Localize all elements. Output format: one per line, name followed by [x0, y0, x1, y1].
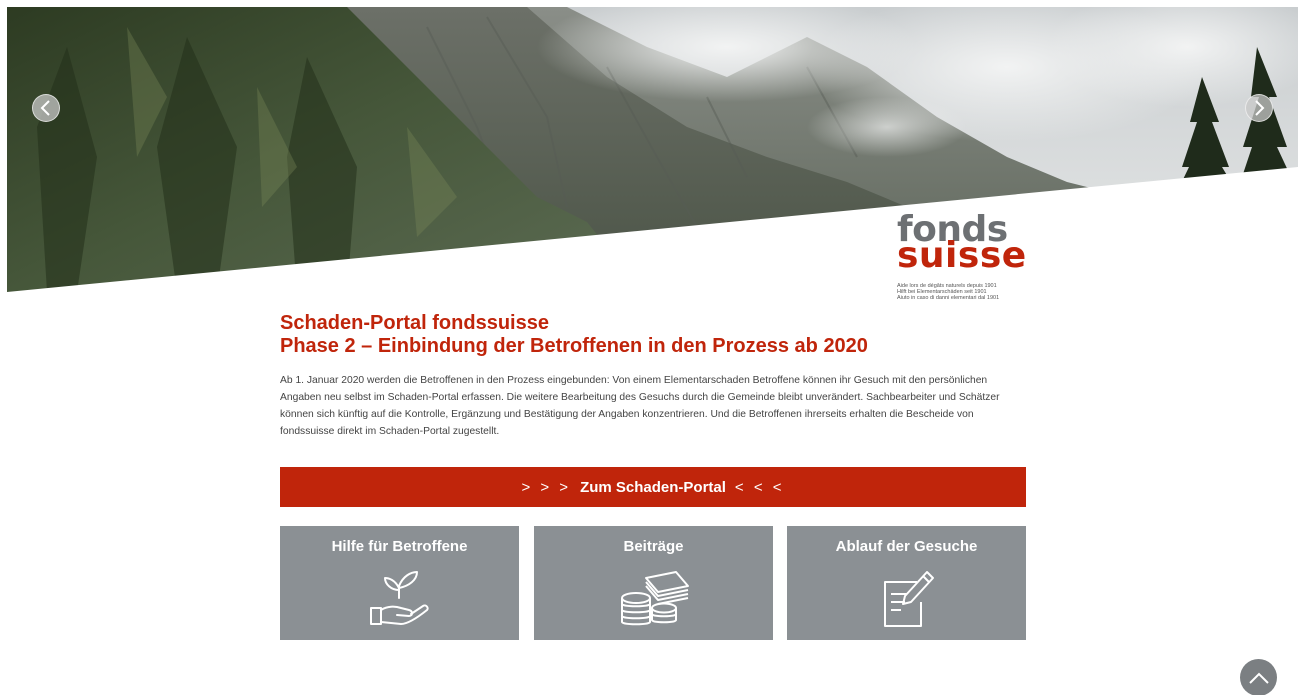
tile-hilfe-fuer-betroffene[interactable]: Hilfe für Betroffene — [280, 526, 519, 640]
chevron-up-icon — [1248, 672, 1269, 684]
chevron-left-icon — [40, 100, 50, 116]
edit-document-icon — [883, 571, 934, 627]
intro-paragraph: Ab 1. Januar 2020 werden die Betroffenen… — [280, 375, 1000, 437]
hero-carousel — [7, 7, 1298, 292]
carousel-prev-button[interactable] — [32, 94, 60, 122]
hero-image — [7, 7, 1298, 292]
logo-taglines: Aide lors de dégâts naturels depuis 1901… — [897, 283, 1032, 301]
back-to-top-button[interactable] — [1240, 659, 1277, 695]
main-content: Schaden-Portal fondssuisse Phase 2 – Ein… — [280, 312, 1026, 440]
tile-label: Ablauf der Gesuche — [835, 538, 978, 555]
logo-tagline-it: Aiuto in caso di danni elementari dal 19… — [897, 295, 1000, 301]
tile-label: Hilfe für Betroffene — [331, 538, 468, 555]
arrows-right: < < < — [734, 478, 785, 496]
tile-label: Beiträge — [623, 538, 684, 555]
page-subtitle: Phase 2 – Einbindung der Betroffenen in … — [280, 335, 868, 357]
logo-word-suisse: suisse — [897, 235, 1027, 276]
schaden-portal-button[interactable]: > > > Zum Schaden-Portal < < < — [280, 467, 1026, 507]
money-stack-icon — [620, 571, 689, 626]
fondssuisse-logo[interactable]: fonds suisse Aide lors de dégâts naturel… — [897, 212, 1032, 302]
schaden-portal-label: Zum Schaden-Portal — [580, 478, 726, 496]
chevron-right-icon — [1255, 100, 1265, 116]
plant-in-hand-icon — [369, 571, 429, 625]
tile-ablauf-der-gesuche[interactable]: Ablauf der Gesuche — [787, 526, 1026, 640]
page-title: Schaden-Portal fondssuisse — [280, 312, 549, 334]
carousel-next-button[interactable] — [1245, 94, 1273, 122]
tile-beitraege[interactable]: Beiträge — [534, 526, 773, 640]
page: fonds suisse Aide lors de dégâts naturel… — [0, 0, 1307, 695]
arrows-left: > > > — [521, 478, 572, 496]
